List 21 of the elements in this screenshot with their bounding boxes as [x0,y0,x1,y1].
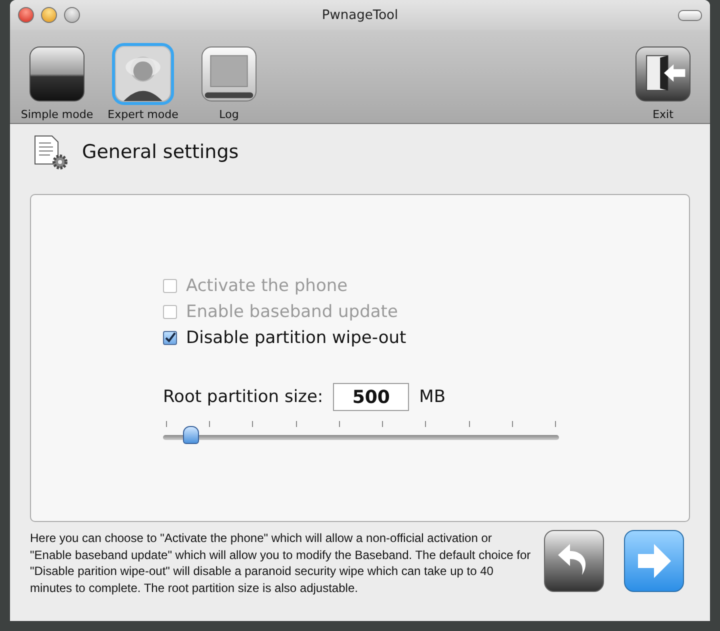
toolbar-toggle-icon[interactable] [678,10,702,20]
toolbar-button[interactable]: Simple mode [14,43,100,121]
back-button[interactable] [544,530,604,592]
exit-button[interactable]: Exit [620,43,706,121]
minimize-icon[interactable] [41,7,57,23]
document-gear-icon [32,134,68,170]
field-label: Root partition size: [163,387,324,407]
checkmark-icon [164,332,176,344]
toolbar-button[interactable]: Log [186,43,272,121]
section-title: General settings [82,141,239,163]
glossy-square-icon [29,46,85,102]
window-frame-icon [201,46,257,102]
unit-label: MB [419,387,446,407]
next-button[interactable] [624,530,684,592]
person-figure-icon [115,46,171,102]
size-field[interactable]: 500 [333,383,410,411]
checkbox-option[interactable]: Disable partition wipe-out [163,325,689,351]
zoom-icon[interactable] [64,7,80,23]
help-text: Here you can choose to "Activate the phone" which will allow a non-official activation or "Enable baseband update" which will allow you to modify the Baseband. The default choice for "Disable parition wipe-out" will disable a paranoid security wipe which can take up to 40 minutes to complete. The root partition size is also adjustable. [30,530,532,596]
close-icon[interactable] [18,7,34,23]
window-title: PwnageTool [322,8,398,22]
